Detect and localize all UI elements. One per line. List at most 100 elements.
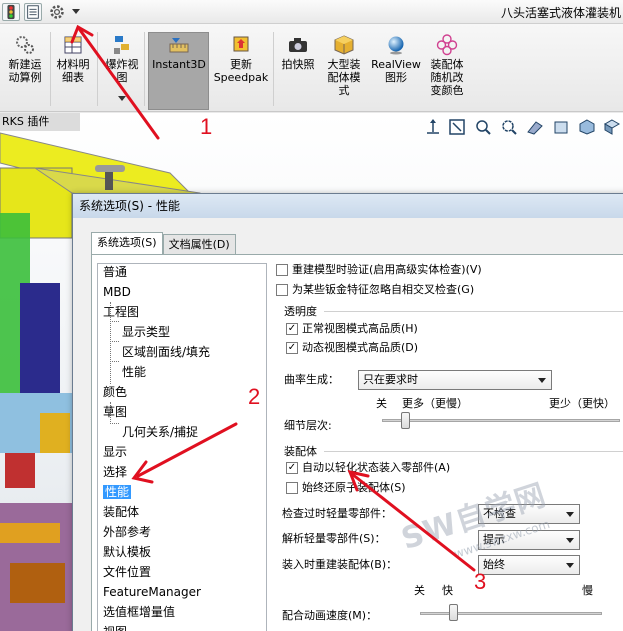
tree-item-view[interactable]: 视图 xyxy=(103,622,127,631)
large-assembly-mode-button[interactable]: 大型装 配体模 式 xyxy=(322,34,366,97)
previous-view-icon[interactable] xyxy=(500,118,518,136)
flower-color-icon xyxy=(436,34,458,56)
auto-lightweight-label: 自动以轻化状态装入零部件(A) xyxy=(302,461,451,474)
ribbon-separator xyxy=(97,32,98,106)
exploded-view-icon xyxy=(114,36,129,54)
detail-less-label: 更少（更快） xyxy=(549,397,615,410)
resolve-lightweight-label: 解析轻量零部件(S)： xyxy=(282,532,386,545)
check-outdated-label: 检查过时轻量零部件： xyxy=(282,507,392,520)
anim-off-label: 关 xyxy=(414,584,425,597)
bom-label-2: 细表 xyxy=(62,71,84,84)
bom-button[interactable]: 材料明 细表 xyxy=(52,34,94,84)
random-color-label-1: 装配体 xyxy=(430,58,464,71)
section-view-icon[interactable] xyxy=(526,118,544,136)
instant3d-label: Instant3D xyxy=(152,58,206,71)
detail-level-track[interactable] xyxy=(382,419,620,422)
callout-1: 1 xyxy=(200,114,213,139)
snapshot-button[interactable]: 拍快照 xyxy=(276,34,320,71)
ribbon-separator xyxy=(273,32,274,106)
curvature-value: 只在要求时 xyxy=(363,373,418,386)
dialog-tabs: 系统选项(S) 文档属性(D) xyxy=(91,232,236,255)
anim-speed-label: 配合动画速度(M)： xyxy=(282,609,378,622)
speedpak-label-2: Speedpak xyxy=(213,71,269,84)
tree-connector xyxy=(110,341,119,342)
tree-item-default-templates[interactable]: 默认模板 xyxy=(103,542,151,562)
tree-item-hatch[interactable]: 区域剖面线/填充 xyxy=(122,342,210,362)
tree-item-colors[interactable]: 颜色 xyxy=(103,382,127,402)
detail-level-label: 细节层次: xyxy=(284,419,332,432)
title-bar: 八头活塞式液体灌装机 xyxy=(0,0,623,24)
display-style-icon[interactable] xyxy=(603,118,621,136)
tab-system-options[interactable]: 系统选项(S) xyxy=(91,232,163,255)
options-tree[interactable]: 普通 MBD 工程图 显示类型 区域剖面线/填充 性能 颜色 草图 几何关系/捕… xyxy=(97,263,267,631)
tree-item-featuremanager[interactable]: FeatureManager xyxy=(103,582,201,602)
dropdown-icon[interactable] xyxy=(72,9,80,15)
property-manager-icon[interactable] xyxy=(24,3,42,21)
always-resolve-label: 始终还原子装配体(S) xyxy=(302,481,406,494)
zoom-to-fit-icon[interactable] xyxy=(448,118,466,136)
camera-icon xyxy=(289,38,307,52)
verify-rebuild-checkbox[interactable] xyxy=(276,264,288,276)
instant3d-icon xyxy=(169,38,189,53)
random-color-button[interactable]: 装配体 随机改 变颜色 xyxy=(426,34,468,97)
large-asm-label-3: 式 xyxy=(338,84,350,97)
auto-lightweight-checkbox[interactable]: ✓ xyxy=(286,462,298,474)
ignore-sheetmetal-checkbox[interactable] xyxy=(276,284,288,296)
tree-item-general[interactable]: 普通 xyxy=(103,264,127,282)
tree-item-display-type[interactable]: 显示类型 xyxy=(122,322,170,342)
random-color-label-2: 随机改 xyxy=(430,71,464,84)
dynamic-annotation-icon[interactable] xyxy=(552,118,570,136)
view-settings-icon[interactable] xyxy=(578,118,596,136)
exploded-dropdown-icon[interactable] xyxy=(118,96,126,102)
anim-fast-label: 快 xyxy=(442,584,453,597)
tab-document-properties[interactable]: 文档属性(D) xyxy=(162,234,236,255)
chevron-down-icon xyxy=(538,378,546,383)
addin-tab[interactable]: RKS 插件 xyxy=(0,113,80,131)
tree-connector xyxy=(110,361,119,362)
realview-button[interactable]: RealView 图形 xyxy=(368,34,424,84)
tree-connector xyxy=(110,423,119,424)
tree-item-drawings[interactable]: 工程图 xyxy=(103,302,139,322)
anim-speed-track[interactable] xyxy=(420,612,602,615)
instant3d-button[interactable]: Instant3D xyxy=(149,34,209,71)
tree-item-display[interactable]: 显示 xyxy=(103,442,127,462)
exploded-view-button[interactable]: 爆炸视 图 xyxy=(102,34,142,84)
tree-item-assemblies[interactable]: 装配体 xyxy=(103,502,139,522)
always-resolve-checkbox[interactable] xyxy=(286,482,298,494)
tree-item-sketch[interactable]: 草图 xyxy=(103,402,127,422)
rebuild-on-load-select[interactable]: 始终 xyxy=(478,555,580,575)
update-speedpak-button[interactable]: 更新 Speedpak xyxy=(212,34,270,84)
callout-3: 3 xyxy=(474,569,487,594)
zoom-area-icon[interactable] xyxy=(474,118,492,136)
traffic-light-icon[interactable] xyxy=(2,3,20,21)
new-motion-label-2: 动算例 xyxy=(8,71,42,84)
curvature-label: 曲率生成： xyxy=(284,373,339,386)
tree-item-relations-snaps[interactable]: 几何关系/捕捉 xyxy=(122,422,198,442)
ignore-sheetmetal-label: 为某些钣金特征忽略自相交叉检查(G) xyxy=(292,283,475,296)
curvature-select[interactable]: 只在要求时 xyxy=(358,370,552,390)
new-motion-study-button[interactable]: 新建运 动算例 xyxy=(2,34,48,84)
tree-item-file-locations[interactable]: 文件位置 xyxy=(103,562,151,582)
tree-item-external-references[interactable]: 外部参考 xyxy=(103,522,151,542)
detail-level-slider-thumb[interactable] xyxy=(401,412,410,429)
normal-view-hq-checkbox[interactable]: ✓ xyxy=(286,323,298,335)
tree-item-spin-box[interactable]: 选值框增量值 xyxy=(103,602,175,622)
verify-rebuild-label: 重建模型时验证(启用高级实体检查)(V) xyxy=(292,263,482,276)
tree-item-selection[interactable]: 选择 xyxy=(103,462,127,482)
callout-2: 2 xyxy=(248,384,261,409)
view-orientation-icon[interactable] xyxy=(424,118,442,136)
realview-sphere-icon xyxy=(388,36,404,55)
anim-slow-label: 慢 xyxy=(582,584,593,597)
ribbon-separator xyxy=(144,32,145,106)
assembly-group-label: 装配体 xyxy=(284,445,317,458)
motion-study-icon xyxy=(16,36,34,54)
chevron-down-icon xyxy=(566,538,574,543)
dynamic-view-hq-checkbox[interactable]: ✓ xyxy=(286,342,298,354)
tree-item-drawing-performance[interactable]: 性能 xyxy=(122,362,146,382)
chevron-down-icon xyxy=(566,563,574,568)
tree-item-mbd[interactable]: MBD xyxy=(103,282,131,302)
tree-item-performance[interactable]: 性能 xyxy=(103,482,132,502)
anim-speed-slider-thumb[interactable] xyxy=(449,604,458,621)
gear-icon[interactable] xyxy=(48,3,66,21)
normal-view-hq-label: 正常视图模式高品质(H) xyxy=(302,322,418,335)
